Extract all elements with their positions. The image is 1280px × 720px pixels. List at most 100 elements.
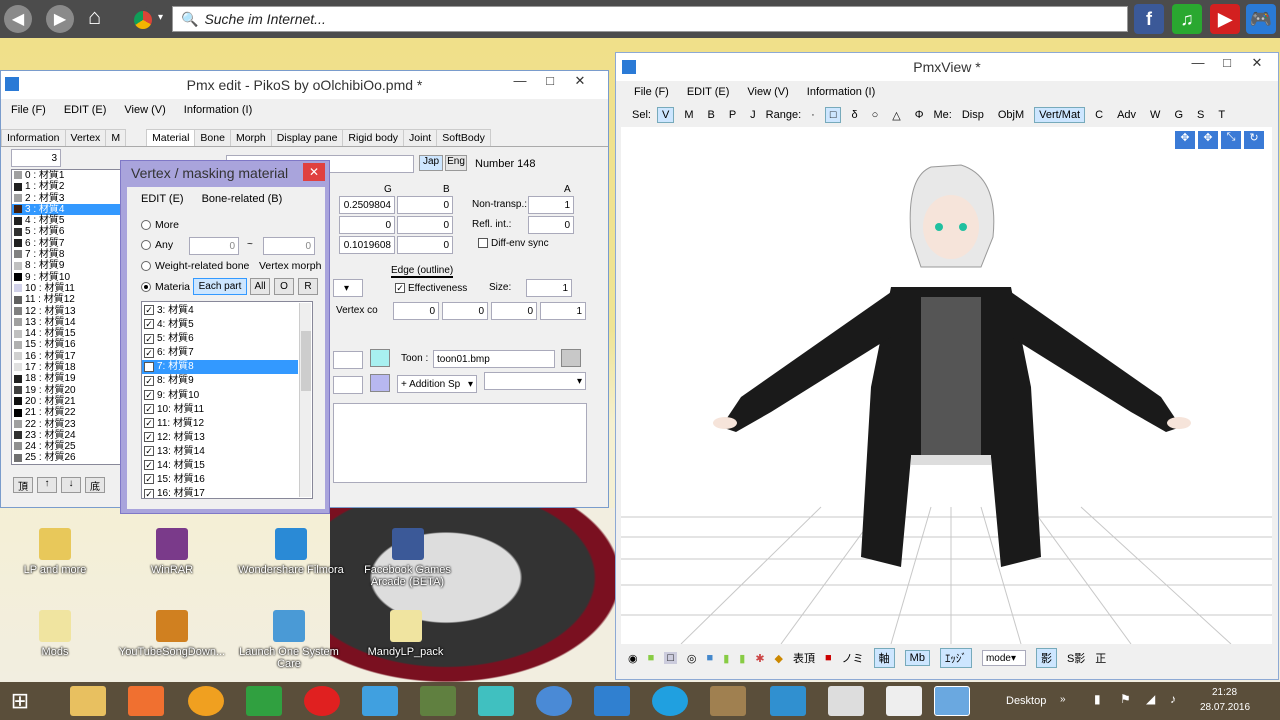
radio-weight-bone[interactable]: Weight-related bone (141, 260, 249, 272)
sphere-color-swatch[interactable] (370, 374, 390, 392)
store-icon[interactable] (246, 686, 282, 716)
move-up-button[interactable]: ↑ (37, 477, 57, 493)
tab-display-pane[interactable]: Display pane (270, 129, 344, 146)
clock-time[interactable]: 21:28 (1212, 687, 1237, 698)
checklist-item[interactable]: ✓ 9: 材質10 (142, 389, 312, 403)
scrollbar-thumb[interactable] (301, 331, 311, 391)
target-icon[interactable]: ◎ (687, 652, 697, 665)
range-triangle-button[interactable]: △ (888, 108, 904, 123)
list-item[interactable]: 13 : 材質14 (12, 317, 122, 328)
radio-vertex-morph[interactable]: Vertex morph (257, 260, 322, 272)
specular-g-field[interactable]: 0 (339, 216, 395, 234)
chevron-down-icon[interactable]: ▾ (158, 12, 163, 23)
checkbox[interactable]: ✓ (144, 305, 154, 316)
menu-view[interactable]: View (V) (747, 86, 788, 98)
range-circle-button[interactable]: ○ (868, 108, 883, 122)
move-down-button[interactable]: ↓ (61, 477, 81, 493)
list-item[interactable]: 2 : 材質3 (12, 193, 122, 204)
me-c-button[interactable]: C (1091, 108, 1107, 122)
toon-color-swatch[interactable] (561, 349, 581, 367)
list-item[interactable]: 19 : 材質20 (12, 385, 122, 396)
tab-vertex[interactable]: Vertex (64, 129, 107, 146)
desktop-icon-mandylp-pack[interactable]: MandyLP_pack (358, 610, 453, 658)
me-disp-button[interactable]: Disp (958, 108, 988, 122)
lang-eng-button[interactable]: Eng (445, 155, 467, 171)
checklist-item[interactable]: ✓ 13: 材質14 (142, 445, 312, 459)
edge-a-field[interactable]: 1 (540, 302, 586, 320)
list-item[interactable]: 25 : 材質26 (12, 452, 122, 463)
hyo-button[interactable]: 表頂 (793, 650, 815, 666)
list-item[interactable]: 18 : 材質19 (12, 373, 122, 384)
rotate-icon[interactable]: ↻ (1244, 131, 1264, 149)
explorer-icon[interactable] (70, 686, 106, 716)
maximize-icon[interactable]: □ (536, 73, 564, 88)
move-bottom-button[interactable]: 底 (85, 477, 105, 493)
scrollbar[interactable] (299, 303, 311, 497)
range-rect-button[interactable]: □ (824, 107, 842, 123)
menu-edit[interactable]: EDIT (E) (64, 104, 107, 116)
desktop-icon-lp-and-more[interactable]: LP and more (10, 528, 100, 576)
checklist-item[interactable]: ✓ 3: 材質4 (142, 304, 312, 318)
facebook-icon[interactable]: f (1134, 4, 1164, 34)
non-transp-field[interactable]: 1 (528, 196, 574, 214)
checklist-item[interactable]: ✓ 15: 材質16 (142, 473, 312, 487)
diffuse-b-field[interactable]: 0 (397, 196, 453, 214)
menu-file[interactable]: File (F) (11, 104, 46, 116)
list-item[interactable]: 9 : 材質10 (12, 272, 122, 283)
sel-bone-button[interactable]: B (703, 108, 718, 122)
each-part-button[interactable]: Each part (193, 278, 247, 295)
range-phi-button[interactable]: Φ (911, 108, 928, 122)
volume-icon[interactable]: ♪ (1170, 692, 1176, 706)
sel-joint-button[interactable]: J (746, 108, 760, 122)
pmx-edit-titlebar[interactable]: Pmx edit - PikoS by oOlchibiOo.pmd * — □… (1, 71, 608, 99)
effectiveness-checkbox[interactable]: ✓ Effectiveness (395, 283, 467, 294)
dropdown-arrow[interactable]: ▾ (333, 279, 363, 297)
specular-b-field[interactable]: 0 (397, 216, 453, 234)
me-adv-button[interactable]: Adv (1113, 108, 1140, 122)
checkbox[interactable]: ✓ (144, 432, 154, 443)
joint-icon[interactable]: ✱ (755, 652, 764, 665)
games-icon[interactable]: 🎮 (1246, 4, 1276, 34)
checkbox[interactable]: ✓ (144, 404, 154, 415)
checkbox[interactable]: ✓ (144, 418, 154, 429)
edge-g-field[interactable]: 0 (442, 302, 488, 320)
sphere-texture-select[interactable]: ▾ (484, 372, 586, 390)
desktop-icon-youtube-downloader[interactable]: YouTubeSongDown... (112, 610, 232, 658)
shadow-button[interactable]: 影 (1035, 648, 1057, 668)
move-top-button[interactable]: 頂 (13, 477, 33, 493)
document-icon[interactable] (828, 686, 864, 716)
menu-information[interactable]: Information (I) (184, 104, 252, 116)
list-item[interactable]: 3 : 材質4 (12, 203, 122, 216)
diffuse-g-field[interactable]: 0.2509804 (339, 196, 395, 214)
checklist-item[interactable]: ✓ 11: 材質12 (142, 417, 312, 431)
checklist-item[interactable]: ✓ 5: 材質6 (142, 332, 312, 346)
edge-r-field[interactable]: 0 (393, 302, 439, 320)
list-item[interactable]: 7 : 材質8 (12, 249, 122, 260)
music-icon[interactable]: ♫ (1172, 4, 1202, 34)
mb-button[interactable]: Mb (904, 650, 930, 666)
close-icon[interactable]: ✕ (1243, 55, 1271, 71)
desktop-icon-filmora[interactable]: Wondershare Filmora (236, 528, 346, 576)
menu-view[interactable]: View (V) (124, 104, 165, 116)
self-shadow-button[interactable]: S影 (1067, 650, 1085, 666)
radio-more[interactable]: More (141, 219, 179, 231)
dialog-titlebar[interactable]: Vertex / masking material ✕ (121, 161, 329, 185)
minecraft-icon[interactable] (420, 686, 456, 716)
range-delta-button[interactable]: δ (847, 108, 861, 122)
ambient-g-field[interactable]: 0.1019608 (339, 236, 395, 254)
texture-color-swatch[interactable] (370, 349, 390, 367)
3d-viewport[interactable]: ✥ ✥ ⤡ ↻ (621, 127, 1272, 644)
youtube-icon[interactable]: ▶ (1210, 4, 1240, 34)
move-icon[interactable]: ✥ (1175, 131, 1195, 149)
axis-button[interactable]: 軸 (873, 648, 895, 668)
chat-icon[interactable] (886, 686, 922, 716)
list-item[interactable]: 24 : 材質25 (12, 441, 122, 452)
checkbox[interactable]: ✓ (144, 347, 154, 358)
list-item[interactable]: 12 : 材質13 (12, 306, 122, 317)
menu-bone-related[interactable]: Bone-related (B) (202, 193, 283, 205)
home-icon[interactable]: ⌂ (88, 4, 101, 30)
minimize-icon[interactable]: — (506, 73, 534, 88)
menu-edit[interactable]: EDIT (E) (687, 86, 730, 98)
checkbox[interactable]: ✓ (144, 474, 154, 485)
list-item[interactable]: 8 : 材質9 (12, 260, 122, 271)
